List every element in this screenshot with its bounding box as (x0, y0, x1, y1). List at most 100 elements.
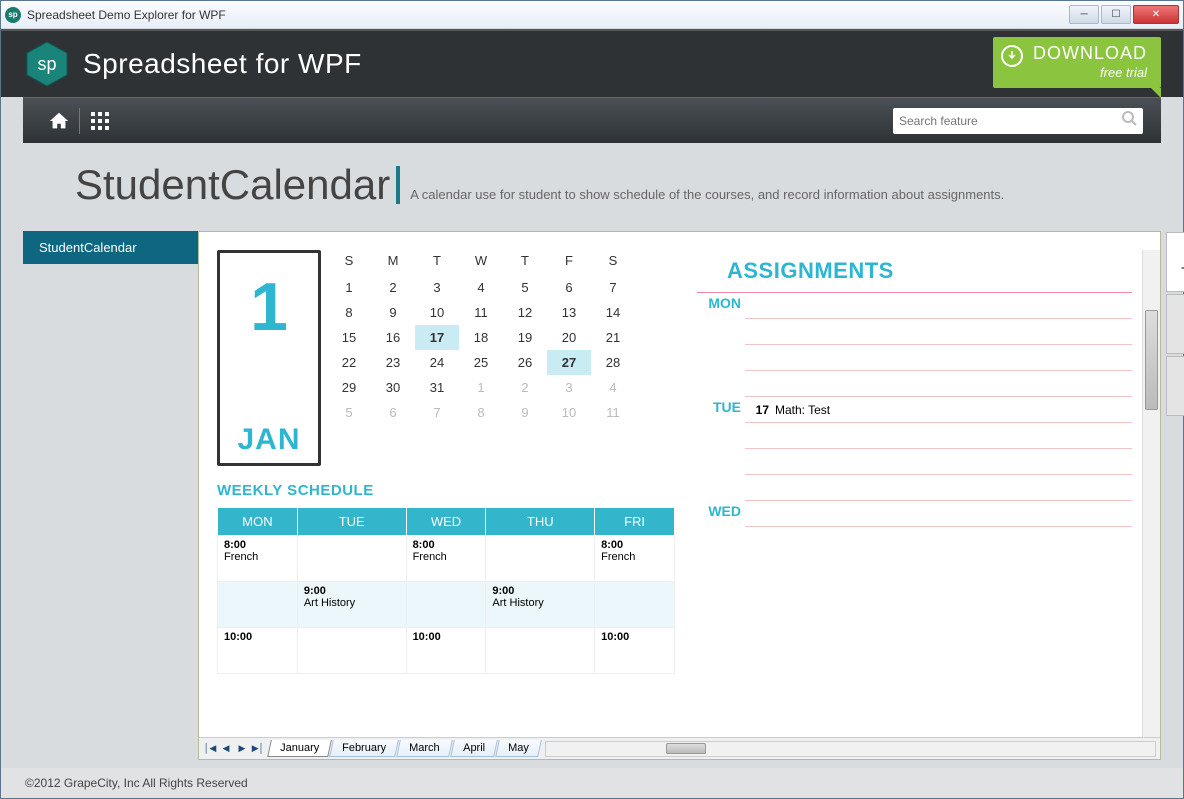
cal-day[interactable]: 11 (459, 300, 503, 325)
schedule-cell[interactable]: 8:00French (595, 536, 675, 582)
horizontal-scroll-thumb[interactable] (666, 743, 706, 754)
app-icon: sp (5, 7, 21, 23)
schedule-cell[interactable]: 9:00Art History (297, 582, 406, 628)
sheet-tab-january[interactable]: January (267, 740, 332, 757)
assignment-line[interactable] (745, 293, 1132, 319)
cal-day[interactable]: 10 (415, 300, 459, 325)
sheet-tab-april[interactable]: April (450, 740, 498, 757)
page-description: A calendar use for student to show sched… (410, 187, 1004, 202)
assignment-line[interactable] (745, 475, 1132, 501)
cal-day[interactable]: 9 (503, 400, 547, 425)
schedule-cell[interactable] (297, 536, 406, 582)
search-input[interactable] (899, 114, 1121, 128)
cal-day[interactable]: 2 (371, 275, 415, 300)
cal-day[interactable]: 1 (459, 375, 503, 400)
cal-day[interactable]: 7 (591, 275, 635, 300)
maximize-button[interactable]: ☐ (1101, 5, 1131, 24)
schedule-cell[interactable] (486, 536, 595, 582)
cal-day[interactable]: 6 (371, 400, 415, 425)
cal-day[interactable]: 5 (503, 275, 547, 300)
cal-day[interactable]: 3 (415, 275, 459, 300)
cal-day[interactable]: 18 (459, 325, 503, 350)
schedule-cell[interactable] (297, 628, 406, 674)
cal-day[interactable]: 8 (327, 300, 371, 325)
schedule-cell[interactable]: 10:00 (406, 628, 486, 674)
sheet-tab-may[interactable]: May (495, 740, 541, 757)
download-button[interactable]: DOWNLOAD free trial (993, 37, 1161, 88)
schedule-cell[interactable]: 9:00Art History (486, 582, 595, 628)
cal-day[interactable]: 8 (459, 400, 503, 425)
assignment-day: MON (697, 293, 1132, 397)
cal-day[interactable]: 2 (503, 375, 547, 400)
cal-day[interactable]: 20 (547, 325, 591, 350)
cal-day[interactable]: 29 (327, 375, 371, 400)
horizontal-scrollbar[interactable] (545, 741, 1156, 757)
cal-day[interactable]: 1 (327, 275, 371, 300)
schedule-cell[interactable]: 8:00French (218, 536, 298, 582)
cal-day[interactable]: 11 (591, 400, 635, 425)
assignment-line[interactable] (745, 501, 1132, 527)
sheet-nav-next[interactable]: ▶ (235, 742, 249, 756)
cal-day[interactable]: 16 (371, 325, 415, 350)
cal-day[interactable]: 28 (591, 350, 635, 375)
sheet-nav-last[interactable]: ▶│ (251, 742, 265, 756)
schedule-cell[interactable]: 10:00 (218, 628, 298, 674)
vertical-scroll-thumb[interactable] (1145, 310, 1158, 410)
sheet-nav-prev[interactable]: ◀ (219, 742, 233, 756)
search-icon[interactable] (1121, 110, 1137, 131)
cal-day[interactable]: 4 (591, 375, 635, 400)
sheet-nav-first[interactable]: │◀ (203, 742, 217, 756)
home-button[interactable] (41, 103, 77, 139)
big-month-card: 1 JAN (217, 250, 321, 466)
assignment-line[interactable] (745, 449, 1132, 475)
assignment-line[interactable] (745, 371, 1132, 397)
cal-day[interactable]: 22 (327, 350, 371, 375)
cal-day[interactable]: 24 (415, 350, 459, 375)
cal-dow: S (327, 250, 371, 275)
cal-day[interactable]: 13 (547, 300, 591, 325)
tab-xaml[interactable]: Xaml (1166, 294, 1184, 354)
cal-day[interactable]: 15 (327, 325, 371, 350)
apps-button[interactable] (82, 103, 118, 139)
close-button[interactable]: ✕ (1133, 5, 1179, 24)
cal-dow: T (503, 250, 547, 275)
minimize-button[interactable]: ─ (1069, 5, 1099, 24)
schedule-cell[interactable]: 10:00 (595, 628, 675, 674)
cal-day[interactable]: 3 (547, 375, 591, 400)
cal-day[interactable]: 10 (547, 400, 591, 425)
cal-day[interactable]: 14 (591, 300, 635, 325)
cal-day[interactable]: 26 (503, 350, 547, 375)
vertical-scrollbar[interactable] (1142, 250, 1160, 737)
assignment-line[interactable] (745, 345, 1132, 371)
cal-day[interactable]: 27 (547, 350, 591, 375)
schedule-cell[interactable] (595, 582, 675, 628)
cal-day[interactable]: 12 (503, 300, 547, 325)
schedule-day-header: THU (486, 508, 595, 536)
sheet-tab-february[interactable]: February (329, 740, 399, 757)
tab-code[interactable]: Code (1166, 356, 1184, 416)
schedule-cell[interactable] (486, 628, 595, 674)
cal-day[interactable]: 9 (371, 300, 415, 325)
cal-day[interactable]: 19 (503, 325, 547, 350)
cal-day[interactable]: 4 (459, 275, 503, 300)
cal-day[interactable]: 7 (415, 400, 459, 425)
schedule-cell[interactable]: 8:00French (406, 536, 486, 582)
assignment-line[interactable] (745, 423, 1132, 449)
cal-day[interactable]: 25 (459, 350, 503, 375)
assignment-line[interactable]: 17Math: Test (745, 397, 1132, 423)
cal-day[interactable]: 30 (371, 375, 415, 400)
cal-day[interactable]: 5 (327, 400, 371, 425)
sidebar-item-studentcalendar[interactable]: StudentCalendar (23, 231, 198, 264)
cal-day[interactable]: 17 (415, 325, 459, 350)
schedule-cell[interactable] (406, 582, 486, 628)
schedule-cell[interactable] (218, 582, 298, 628)
sheet-tab-march[interactable]: March (396, 740, 452, 757)
mini-calendar[interactable]: SMTWTFS123456789101112131415161718192021… (327, 250, 635, 466)
cal-day[interactable]: 21 (591, 325, 635, 350)
cal-day[interactable]: 6 (547, 275, 591, 300)
cal-dow: S (591, 250, 635, 275)
cal-day[interactable]: 31 (415, 375, 459, 400)
assignment-line[interactable] (745, 319, 1132, 345)
cal-day[interactable]: 23 (371, 350, 415, 375)
tab-sample[interactable]: Sample (1166, 232, 1184, 292)
